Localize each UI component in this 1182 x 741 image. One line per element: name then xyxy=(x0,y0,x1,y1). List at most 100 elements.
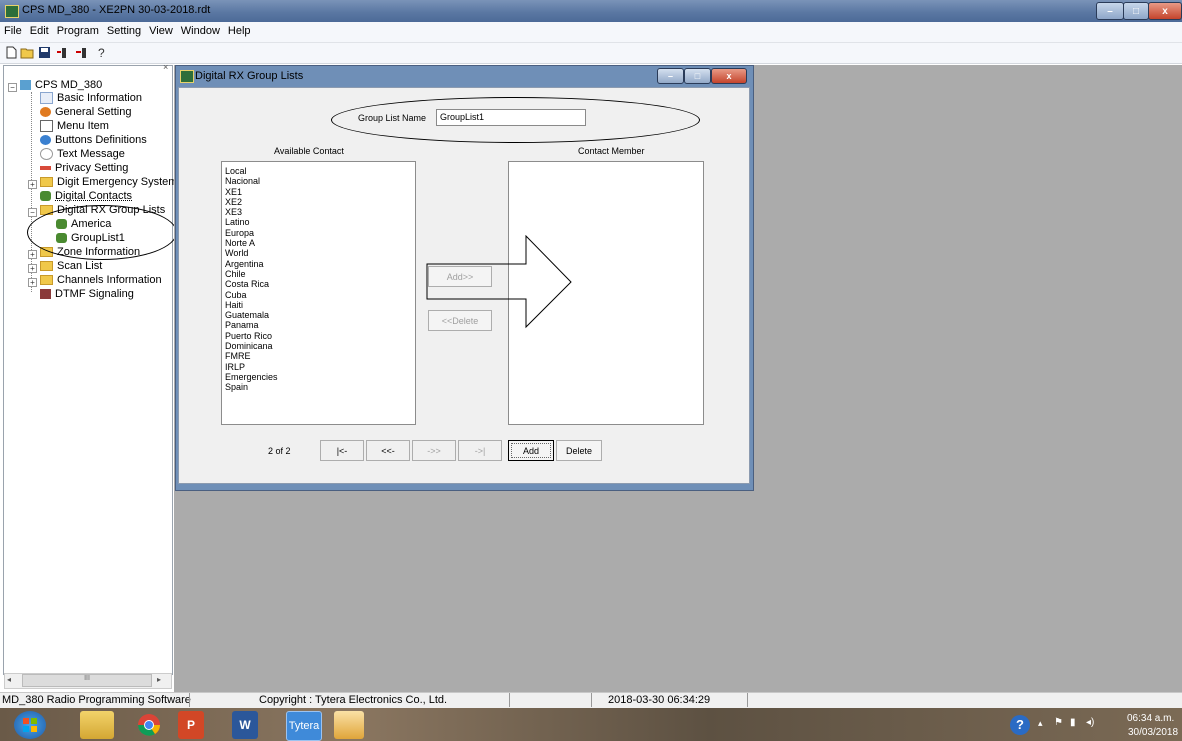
paint-icon[interactable] xyxy=(334,711,364,739)
menu-edit[interactable]: Edit xyxy=(26,22,53,37)
open-folder-icon[interactable] xyxy=(20,46,34,59)
document-icon xyxy=(40,92,53,104)
signal-tray-icon[interactable]: ▮ xyxy=(1070,717,1076,728)
prev-page-button[interactable]: <<- xyxy=(366,440,410,461)
contact-list-item[interactable]: XE2 xyxy=(225,197,415,207)
child-maximize-button[interactable]: □ xyxy=(684,68,711,84)
tree-root[interactable]: CPS MD_380 xyxy=(20,79,102,91)
tree-channels-information[interactable]: Channels Information xyxy=(40,274,162,286)
tree-collapse-root[interactable]: − xyxy=(8,83,17,92)
menu-view[interactable]: View xyxy=(145,22,177,37)
contact-list-item[interactable]: FMRE xyxy=(225,351,415,361)
tree-privacy-setting[interactable]: Privacy Setting xyxy=(40,162,128,174)
file-explorer-icon[interactable] xyxy=(80,711,114,739)
powerpoint-icon[interactable]: P xyxy=(178,711,204,739)
minimize-button[interactable]: – xyxy=(1096,2,1124,20)
contact-list-item[interactable]: Argentina xyxy=(225,259,415,269)
write-radio-icon[interactable] xyxy=(75,46,89,59)
contact-list-item[interactable]: Norte A xyxy=(225,238,415,248)
contact-list-item[interactable]: Puerto Rico xyxy=(225,331,415,341)
tree-close-icon[interactable]: × xyxy=(163,62,168,72)
folder-icon xyxy=(40,261,53,271)
svg-text:?: ? xyxy=(98,46,105,59)
last-page-button[interactable]: ->| xyxy=(458,440,502,461)
contact-list-item[interactable]: Panama xyxy=(225,320,415,330)
contact-list-item[interactable]: Dominicana xyxy=(225,341,415,351)
tree-buttons-definitions[interactable]: Buttons Definitions xyxy=(40,134,147,146)
save-icon[interactable] xyxy=(37,46,51,59)
flag-tray-icon[interactable]: ⚑ xyxy=(1054,717,1063,728)
scroll-thumb[interactable]: III xyxy=(22,674,152,687)
scroll-right-icon[interactable]: ▸ xyxy=(157,675,161,684)
clock-date[interactable]: 30/03/2018 xyxy=(1128,727,1178,738)
tree-expand-channels[interactable]: + xyxy=(28,278,37,287)
contact-list-item[interactable]: Haiti xyxy=(225,300,415,310)
tree-digit-emergency-system[interactable]: Digit Emergency System xyxy=(40,176,177,188)
child-minimize-button[interactable]: – xyxy=(657,68,684,84)
folder-icon xyxy=(40,177,53,187)
annotation-arrow xyxy=(426,235,572,329)
word-icon[interactable]: W xyxy=(232,711,258,739)
contact-list-item[interactable]: Emergencies xyxy=(225,372,415,382)
privacy-icon xyxy=(40,166,51,170)
help-icon[interactable]: ? xyxy=(95,46,109,60)
window-title: CPS MD_380 - XE2PN 30-03-2018.rdt xyxy=(22,4,211,16)
tree-scan-list[interactable]: Scan List xyxy=(40,260,102,272)
scroll-left-icon[interactable]: ◂ xyxy=(7,675,11,684)
app-icon xyxy=(5,5,19,18)
tree-expand-emergency[interactable]: + xyxy=(28,180,37,189)
tree-expand-zone[interactable]: + xyxy=(28,250,37,259)
tree-menu-item[interactable]: Menu Item xyxy=(40,120,109,132)
next-page-button[interactable]: ->> xyxy=(412,440,456,461)
tree-dtmf-signaling[interactable]: DTMF Signaling xyxy=(40,288,134,300)
menu-help[interactable]: Help xyxy=(224,22,255,37)
tree-basic-information[interactable]: Basic Information xyxy=(40,92,142,104)
tree-text-message[interactable]: Text Message xyxy=(40,148,125,160)
volume-tray-icon[interactable]: ◂) xyxy=(1086,717,1094,728)
new-file-icon[interactable] xyxy=(4,46,18,59)
contact-list-item[interactable]: World xyxy=(225,248,415,258)
tree-general-setting[interactable]: General Setting xyxy=(40,106,131,118)
help-tray-icon[interactable]: ? xyxy=(1010,715,1030,735)
maximize-button[interactable]: □ xyxy=(1123,2,1149,20)
contact-list-item[interactable]: Local xyxy=(225,166,415,176)
radio-icon xyxy=(20,80,31,90)
tytera-icon[interactable]: Tytera xyxy=(286,711,322,741)
dtmf-icon xyxy=(40,289,51,299)
contact-list-item[interactable]: Costa Rica xyxy=(225,279,415,289)
tree-digital-contacts[interactable]: Digital Contacts xyxy=(40,190,132,202)
contact-list-item[interactable]: Europa xyxy=(225,228,415,238)
tree-expand-scan[interactable]: + xyxy=(28,264,37,273)
highlight-ellipse xyxy=(27,205,177,260)
tree-collapse-rxgroup[interactable]: − xyxy=(28,208,37,217)
read-radio-icon[interactable] xyxy=(57,46,71,59)
available-contact-list[interactable]: Local Nacional XE1 XE2 XE3 Latino Europa Norte … xyxy=(221,161,416,425)
start-button[interactable] xyxy=(14,711,46,739)
contact-list-item[interactable]: Latino xyxy=(225,217,415,227)
dialog-title: Digital RX Group Lists xyxy=(195,70,304,82)
close-button[interactable]: x xyxy=(1148,2,1182,20)
chrome-icon[interactable] xyxy=(135,711,163,739)
tray-expand-icon[interactable]: ▴ xyxy=(1038,718,1043,729)
contact-list-item[interactable]: Chile xyxy=(225,269,415,279)
add-list-button[interactable]: Add xyxy=(508,440,554,461)
menu-program[interactable]: Program xyxy=(53,22,103,37)
contact-list-item[interactable]: Cuba xyxy=(225,290,415,300)
menu-window[interactable]: Window xyxy=(177,22,224,37)
delete-list-button[interactable]: Delete xyxy=(556,440,602,461)
first-page-button[interactable]: |<- xyxy=(320,440,364,461)
contact-list-item[interactable]: Spain xyxy=(225,382,415,392)
contact-list-item[interactable]: Guatemala xyxy=(225,310,415,320)
status-divider xyxy=(189,693,190,707)
contacts-icon xyxy=(40,191,51,201)
contact-list-item[interactable]: XE3 xyxy=(225,207,415,217)
contact-list-item[interactable]: Nacional xyxy=(225,176,415,186)
menu-setting[interactable]: Setting xyxy=(103,22,145,37)
menu-icon xyxy=(40,120,53,132)
settings-icon xyxy=(40,107,51,117)
contact-list-item[interactable]: XE1 xyxy=(225,187,415,197)
clock-time[interactable]: 06:34 a.m. xyxy=(1127,713,1174,724)
menu-file[interactable]: File xyxy=(0,22,26,37)
child-close-button[interactable]: x xyxy=(711,68,747,84)
contact-list-item[interactable]: IRLP xyxy=(225,362,415,372)
